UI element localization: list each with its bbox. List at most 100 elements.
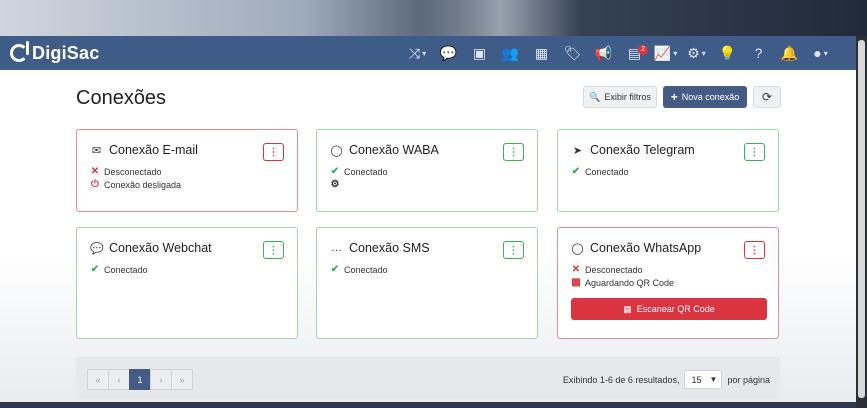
- user-avatar-icon-glyph: ●: [813, 45, 822, 61]
- check-icon: ✔: [330, 166, 340, 177]
- connection-card[interactable]: 💬 Conexão Webchat ⋮ ✔ Conectado: [76, 227, 298, 339]
- qrcode-icon: ▦: [623, 303, 632, 314]
- connection-card[interactable]: ➤ Conexão Telegram ⋮ ✔ Conectado: [557, 129, 779, 212]
- brand-logo[interactable]: DigiSac: [10, 41, 99, 64]
- connection-card-header: … Conexão SMS: [330, 241, 430, 255]
- per-page-value: 15: [691, 374, 702, 385]
- page-nav-button[interactable]: ‹: [108, 369, 130, 390]
- refresh-icon: ⟳: [761, 90, 773, 104]
- notification-count-badge: 2: [638, 45, 648, 55]
- contacts-icon-glyph: ▣: [472, 44, 487, 61]
- scan-qr-code-button[interactable]: ▦ Escanear QR Code: [571, 298, 767, 320]
- page-nav-button[interactable]: «: [87, 369, 109, 390]
- chevron-down-icon: ▼: [709, 375, 718, 384]
- bell-icon[interactable]: 🔔: [774, 36, 805, 70]
- digisac-logo-icon: [10, 41, 29, 62]
- qrcode-icon: ▦: [571, 277, 581, 288]
- tags-icon[interactable]: 🏷: [557, 36, 588, 70]
- page-nav-button[interactable]: »: [171, 369, 193, 390]
- check-icon: ✔: [571, 166, 581, 177]
- whatsapp-icon: ◯: [571, 242, 584, 255]
- notifications-icon[interactable]: ▤ 2: [619, 36, 650, 70]
- sms-icon: …: [331, 242, 342, 254]
- chat-icon[interactable]: 💬: [433, 36, 464, 70]
- search-icon: 🔍: [589, 91, 601, 102]
- connection-status: ✔ Conectado: [571, 166, 629, 177]
- telegram-icon: ➤: [572, 144, 583, 157]
- card-menu-button[interactable]: ⋮: [503, 143, 524, 161]
- connection-card-title: Conexão Webchat: [109, 241, 212, 255]
- results-text: Exibindo 1-6 de 6 resultados,: [562, 374, 680, 385]
- card-menu-button[interactable]: ⋮: [744, 241, 765, 259]
- connection-card-title: Conexão WhatsApp: [590, 241, 702, 255]
- check-icon: ✔: [330, 264, 340, 275]
- connection-status-text: Conexão desligada: [104, 179, 182, 190]
- power-icon: ⏻: [91, 179, 99, 190]
- connection-card-header: ◯ Conexão WhatsApp: [571, 241, 701, 255]
- bell-icon-glyph: 🔔: [780, 44, 799, 61]
- x-icon: ✕: [571, 264, 581, 275]
- per-page-label: por página: [727, 374, 770, 385]
- card-menu-button[interactable]: ⋮: [263, 143, 284, 161]
- connection-status: ▦ Aguardando QR Code: [571, 277, 674, 288]
- connection-status: ✔ Conectado: [90, 264, 148, 275]
- connection-card-title: Conexão WABA: [349, 143, 439, 157]
- connection-card-title: Conexão Telegram: [590, 143, 695, 157]
- help-icon[interactable]: ?: [743, 36, 774, 70]
- connection-status-text: Desconectado: [104, 166, 162, 177]
- connection-card[interactable]: ◯ Conexão WABA ⋮ ✔ Conectado ⚙: [316, 129, 538, 212]
- page-nav-button[interactable]: ›: [150, 369, 172, 390]
- whatsapp-icon: ◯: [330, 144, 343, 157]
- card-menu-button[interactable]: ⋮: [503, 241, 524, 259]
- users-icon[interactable]: 👥: [495, 36, 526, 70]
- cogs-icon: ⚙: [330, 179, 340, 190]
- shuffle-icon[interactable]: ⤨: [402, 36, 433, 70]
- help-icon-glyph: ?: [754, 45, 763, 61]
- check-icon: ✔: [90, 264, 100, 275]
- connection-status: ✕ Desconectado: [90, 166, 162, 177]
- top-navbar: DigiSac ⤨ 💬 ▣ 👥 ▦ 🏷 📢 ▤2📈 ⚙ 💡? 🔔 ●: [0, 36, 856, 70]
- contacts-icon[interactable]: ▣: [464, 36, 495, 70]
- card-menu-button[interactable]: ⋮: [744, 143, 765, 161]
- lightbulb-icon[interactable]: 💡: [712, 36, 743, 70]
- user-avatar-icon[interactable]: ●: [805, 36, 836, 70]
- chat-icon-glyph: 💬: [439, 44, 458, 61]
- chart-icon[interactable]: 📈: [650, 36, 681, 70]
- per-page-select[interactable]: 15 ▼: [684, 370, 723, 389]
- connection-card-title: Conexão SMS: [349, 241, 430, 255]
- comments-icon: 💬: [90, 242, 104, 255]
- page-scrollbar[interactable]: [856, 36, 867, 408]
- scan-qr-code-label: Escanear QR Code: [636, 304, 715, 314]
- connection-card-header: 💬 Conexão Webchat: [90, 241, 212, 255]
- shuffle-icon-glyph: ⤨: [408, 44, 421, 61]
- connection-card-header: ✉ Conexão E-mail: [90, 143, 198, 157]
- show-filters-label: Exibir filtros: [604, 92, 651, 102]
- megaphone-icon[interactable]: 📢: [588, 36, 619, 70]
- footer-bar: [0, 402, 856, 408]
- gear-icon-glyph: ⚙: [687, 44, 700, 61]
- desktop-background: [0, 0, 867, 36]
- show-filters-button[interactable]: 🔍 Exibir filtros: [583, 86, 657, 108]
- connection-card[interactable]: … Conexão SMS ⋮ ✔ Conectado: [316, 227, 538, 339]
- chart-icon-glyph: 📈: [653, 44, 672, 61]
- new-connection-button[interactable]: + Nova conexão: [663, 86, 747, 108]
- main-content: Conexões 🔍 Exibir filtros + Nova conexão…: [0, 70, 856, 402]
- connection-card[interactable]: ✉ Conexão E-mail ⋮ ✕ Desconectado ⏻ Conexão de…: [76, 129, 298, 212]
- lightbulb-icon-glyph: 💡: [718, 44, 737, 61]
- tags-icon-glyph: 🏷: [563, 44, 582, 61]
- scrollbar-thumb[interactable]: [858, 40, 865, 398]
- connection-status-text: Desconectado: [585, 264, 643, 275]
- card-menu-button[interactable]: ⋮: [263, 241, 284, 259]
- pagination-bar: «‹ 1 ›» Exibindo 1-6 de 6 resultados, 15 ▼…: [76, 357, 780, 399]
- building-icon-glyph: ▦: [534, 44, 549, 61]
- connection-status-text: Conectado: [344, 166, 388, 177]
- connection-card[interactable]: ◯ Conexão WhatsApp ⋮ ✕ Desconectado ▦ Aguardan…: [557, 227, 779, 339]
- gear-icon[interactable]: ⚙: [681, 36, 712, 70]
- page-title: Conexões: [76, 87, 167, 109]
- refresh-button[interactable]: ⟳: [753, 86, 781, 108]
- page-button-current[interactable]: 1: [129, 369, 151, 390]
- connection-status-text: Conectado: [104, 264, 148, 275]
- megaphone-icon-glyph: 📢: [594, 44, 613, 61]
- connection-status: ✔ Conectado: [330, 166, 388, 177]
- building-icon[interactable]: ▦: [526, 36, 557, 70]
